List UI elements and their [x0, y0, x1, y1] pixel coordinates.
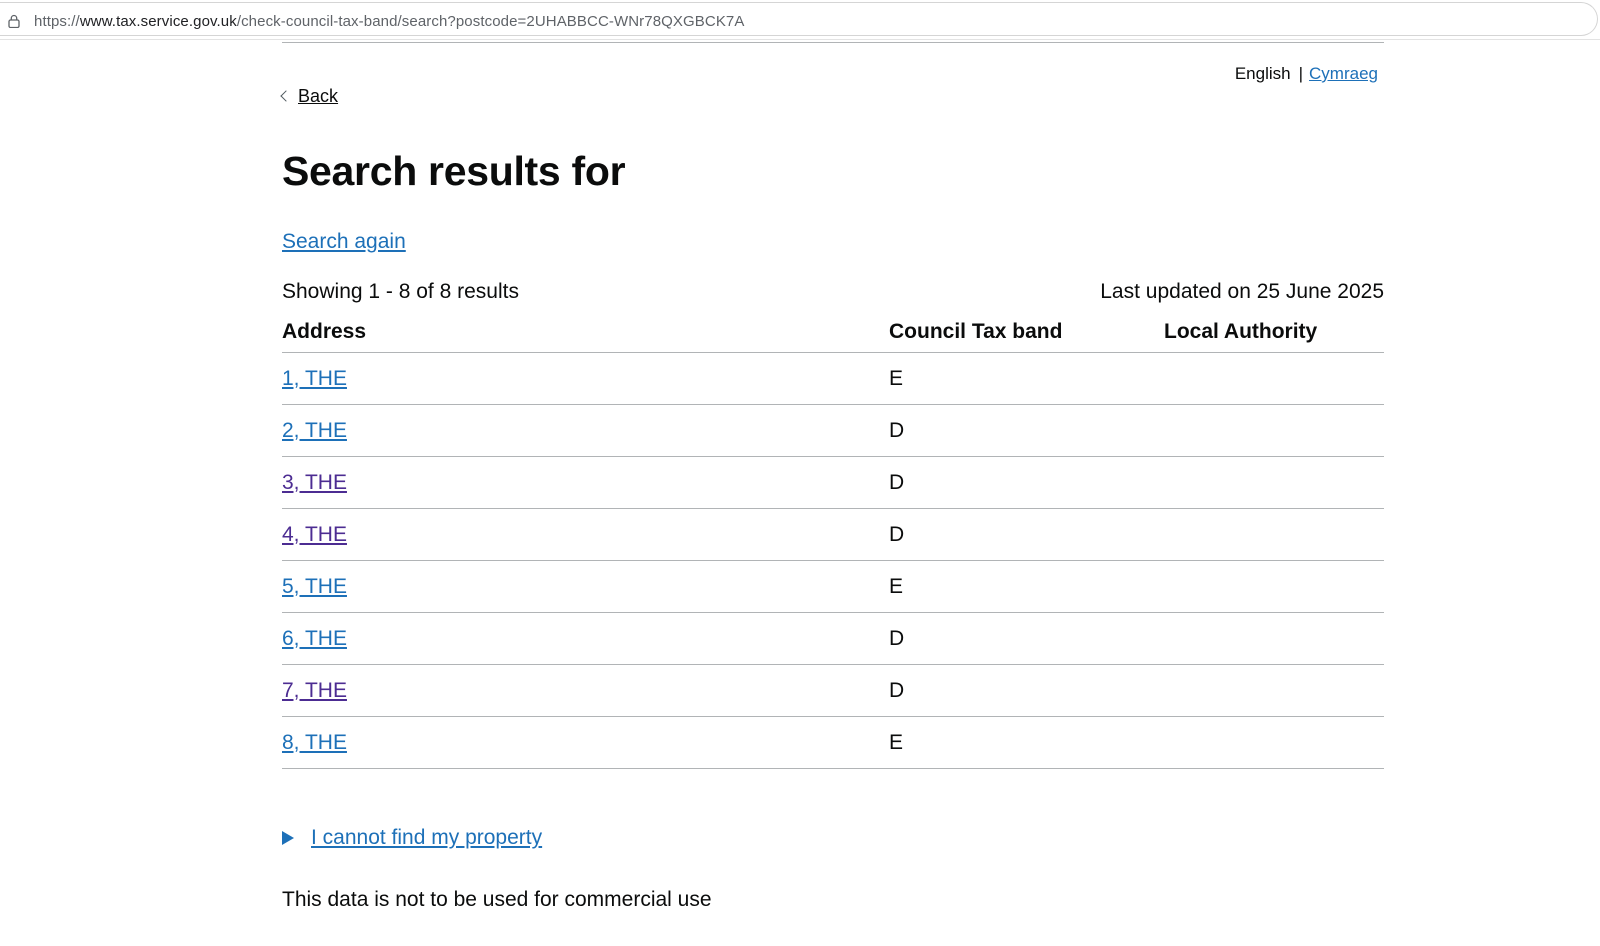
band-cell: E — [889, 560, 1164, 613]
language-current: English — [1234, 64, 1291, 83]
triangle-right-icon — [282, 831, 294, 845]
url-prefix: https:// — [34, 13, 80, 30]
address-cell: 7, THE — [282, 664, 889, 717]
authority-cell — [1164, 404, 1384, 457]
authority-cell — [1164, 508, 1384, 561]
address-link[interactable]: 8, THE — [282, 731, 347, 754]
url-host: www.tax.service.gov.uk — [79, 13, 237, 30]
header-divider — [282, 42, 1384, 43]
search-again-link[interactable]: Search again — [282, 230, 406, 254]
cannot-find-property-link[interactable]: I cannot find my property — [311, 826, 542, 850]
band-cell: D — [889, 612, 1164, 665]
band-cell: E — [889, 352, 1164, 405]
column-header-address: Address — [282, 312, 889, 353]
url-path: /check-council-tax-band/search?postcode=… — [236, 13, 745, 30]
address-link[interactable]: 7, THE — [282, 679, 347, 702]
table-row: 6, THE D — [282, 612, 1384, 665]
address-link[interactable]: 5, THE — [282, 575, 347, 598]
language-link-cymraeg[interactable]: Cymraeg — [1309, 64, 1378, 83]
authority-cell — [1164, 352, 1384, 405]
language-separator: | — [1298, 64, 1304, 83]
band-cell: D — [889, 664, 1164, 717]
table-row: 7, THE D — [282, 664, 1384, 717]
address-cell: 3, THE — [282, 456, 889, 509]
url-field[interactable]: https://www.tax.service.gov.uk/check-cou… — [0, 2, 1598, 36]
language-switcher: English | Cymraeg — [1235, 64, 1378, 84]
address-cell: 8, THE — [282, 716, 889, 769]
page-title: Search results for — [282, 148, 626, 194]
band-cell: E — [889, 716, 1164, 769]
column-header-band: Council Tax band — [889, 312, 1164, 353]
table-header-row: Address Council Tax band Local Authority — [282, 312, 1384, 353]
band-cell: D — [889, 404, 1164, 457]
table-row: 4, THE D — [282, 508, 1384, 561]
results-table: Address Council Tax band Local Authority… — [282, 312, 1384, 769]
cannot-find-property-details[interactable]: I cannot find my property — [282, 826, 542, 850]
column-header-authority: Local Authority — [1164, 312, 1384, 353]
address-link[interactable]: 4, THE — [282, 523, 347, 546]
authority-cell — [1164, 716, 1384, 769]
address-cell: 6, THE — [282, 612, 889, 665]
authority-cell — [1164, 456, 1384, 509]
lock-icon[interactable] — [8, 14, 20, 28]
table-row: 1, THE E — [282, 352, 1384, 405]
back-link-label: Back — [298, 86, 339, 106]
authority-cell — [1164, 664, 1384, 717]
url-text[interactable]: https://www.tax.service.gov.uk/check-cou… — [34, 13, 744, 30]
address-link[interactable]: 3, THE — [282, 471, 347, 494]
authority-cell — [1164, 612, 1384, 665]
table-row: 2, THE D — [282, 404, 1384, 457]
last-updated: Last updated on 25 June 2025 — [1100, 280, 1384, 303]
band-cell: D — [889, 508, 1164, 561]
address-link[interactable]: 1, THE — [282, 367, 347, 390]
address-cell: 4, THE — [282, 508, 889, 561]
address-cell: 2, THE — [282, 404, 889, 457]
browser-address-bar: https://www.tax.service.gov.uk/check-cou… — [0, 0, 1600, 40]
band-cell: D — [889, 456, 1164, 509]
results-count: Showing 1 - 8 of 8 results — [282, 280, 519, 303]
table-row: 5, THE E — [282, 560, 1384, 613]
table-row: 8, THE E — [282, 716, 1384, 769]
chevron-left-icon — [280, 89, 292, 102]
address-link[interactable]: 2, THE — [282, 419, 347, 442]
address-link[interactable]: 6, THE — [282, 627, 347, 650]
address-cell: 1, THE — [282, 352, 889, 405]
back-link[interactable]: Back — [280, 86, 339, 107]
address-cell: 5, THE — [282, 560, 889, 613]
table-row: 3, THE D — [282, 456, 1384, 509]
disclaimer-text: This data is not to be used for commerci… — [282, 888, 712, 911]
authority-cell — [1164, 560, 1384, 613]
